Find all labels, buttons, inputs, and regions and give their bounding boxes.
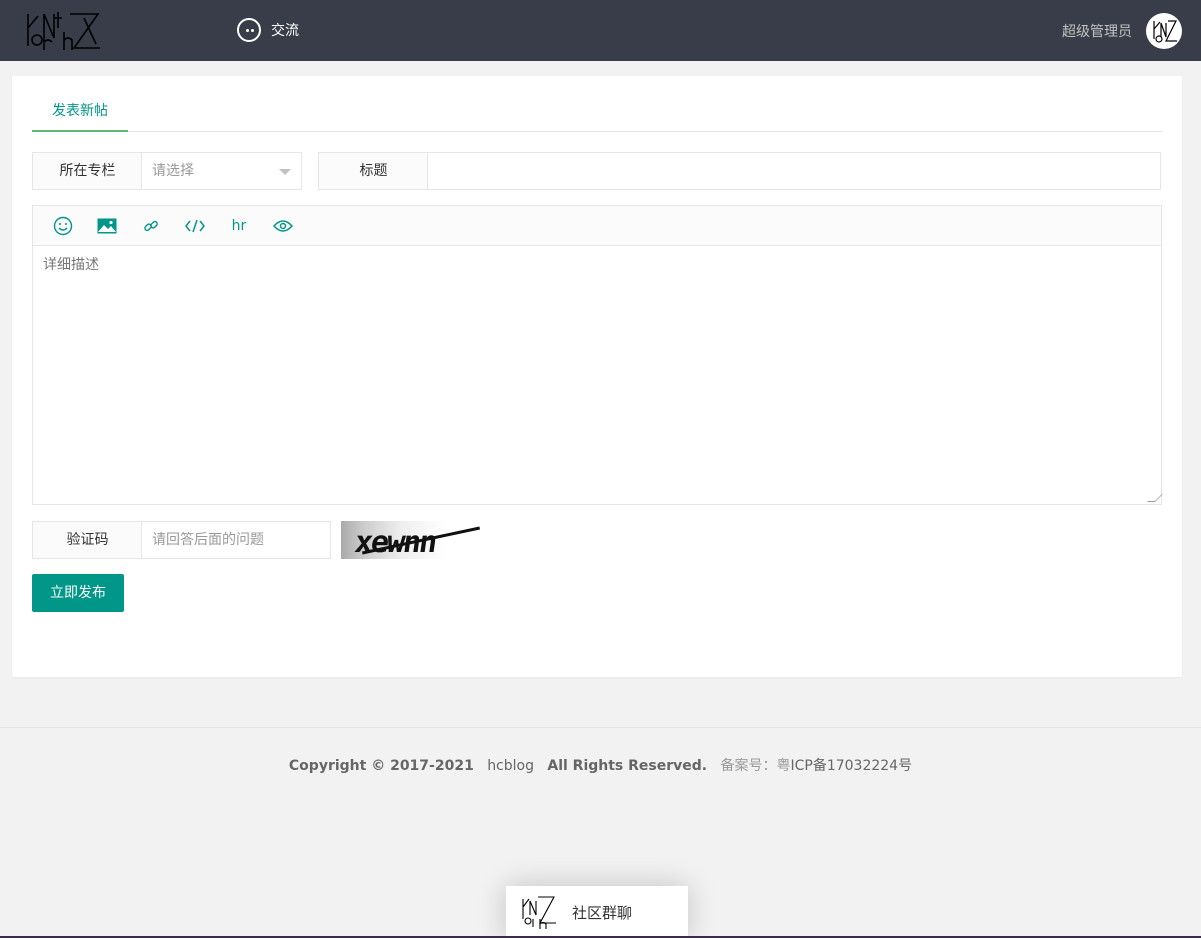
description-textarea[interactable]: 详细描述 (33, 246, 1163, 504)
copyright-text: Copyright © 2017-2021 (288, 758, 474, 774)
code-icon[interactable] (184, 215, 206, 237)
title-label: 标题 (318, 152, 428, 190)
icp-link[interactable]: ICP备17032224号 (790, 758, 912, 774)
site-logo[interactable] (24, 8, 102, 54)
site-name-link[interactable]: hcblog (487, 758, 534, 774)
dropdown-arrow-icon (279, 169, 291, 175)
emoji-icon[interactable] (52, 215, 74, 237)
hr-button[interactable]: hr (228, 215, 250, 237)
column-label: 所在专栏 (32, 152, 142, 190)
tab-bar: 发表新帖 (32, 92, 1162, 132)
resize-handle-icon[interactable] (1147, 494, 1163, 502)
footer-copyright-line: Copyright © 2017-2021 hcblog All Rights … (0, 755, 1201, 775)
description-placeholder: 详细描述 (43, 257, 99, 273)
user-name[interactable]: 超级管理员 (1062, 21, 1132, 41)
user-avatar[interactable] (1146, 13, 1182, 49)
captcha-label: 验证码 (32, 521, 142, 559)
image-icon[interactable] (96, 215, 118, 237)
avatar-logo-icon (1153, 20, 1177, 43)
editor-toolbar: hr (33, 206, 1161, 246)
column-select-placeholder: 请选择 (152, 163, 194, 179)
tab-new-post[interactable]: 发表新帖 (32, 92, 128, 132)
captcha-image[interactable]: xewnn (341, 521, 491, 559)
captcha-input[interactable]: 请回答后面的问题 (141, 521, 331, 559)
chat-logo-icon (522, 896, 556, 929)
chat-widget-label: 社区群聊 (572, 903, 633, 922)
icp-label: 备案号： (720, 758, 777, 774)
post-form-card: 发表新帖 所在专栏 请选择 标题 hr 详细描述 验证码 请回答后面的问题 xe… (12, 76, 1182, 677)
captcha-placeholder: 请回答后面的问题 (152, 532, 264, 548)
preview-eye-icon[interactable] (272, 215, 294, 237)
link-icon[interactable] (140, 215, 162, 237)
title-input[interactable] (427, 152, 1161, 190)
nav-exchange-label: 交流 (271, 23, 299, 39)
community-chat-widget[interactable]: 社区群聊 (506, 886, 688, 938)
captcha-text: xewnn (352, 525, 438, 559)
nav-exchange[interactable]: 交流 (237, 18, 299, 42)
column-select[interactable]: 请选择 (141, 152, 302, 190)
rights-text: All Rights Reserved. (547, 758, 708, 774)
submit-button[interactable]: 立即发布 (32, 574, 124, 612)
top-header: 交流 超级管理员 (0, 0, 1201, 61)
content-editor: hr 详细描述 (32, 205, 1163, 505)
icp-prefix: 粤 (776, 758, 791, 774)
chat-bubble-icon (237, 18, 261, 42)
